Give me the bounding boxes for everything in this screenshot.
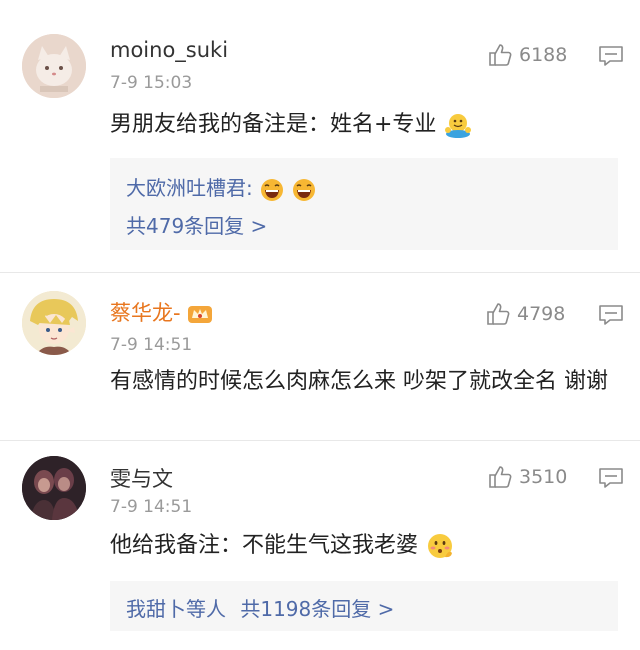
- reply-preview[interactable]: 我甜卜等人 共1198条回复 >: [126, 593, 394, 622]
- laughing-emoji-icon: [261, 178, 284, 201]
- reply-preview-box[interactable]: 我甜卜等人 共1198条回复 >: [110, 581, 618, 631]
- thumbs-up-icon: [489, 466, 512, 488]
- timestamp: 7-9 14:51: [110, 335, 193, 355]
- reply-preview-box[interactable]: 大欧洲吐槽君: 共479条回复 >: [110, 158, 618, 250]
- user-avatar[interactable]: [22, 456, 86, 520]
- reply-preview-user[interactable]: 大欧洲吐槽君:: [126, 176, 253, 200]
- dark-photo-avatar-icon: [22, 456, 86, 520]
- user-avatar[interactable]: [22, 291, 86, 355]
- reply-button[interactable]: [598, 44, 624, 72]
- comment-text: 他给我备注：不能生气这我老婆: [110, 527, 620, 565]
- reply-button[interactable]: [598, 303, 624, 331]
- reply-preview[interactable]: 大欧洲吐槽君:: [126, 172, 317, 203]
- reply-count-link[interactable]: 共479条回复 >: [126, 210, 267, 239]
- user-avatar[interactable]: [22, 34, 86, 98]
- like-button[interactable]: 3510: [487, 464, 567, 490]
- timestamp: 7-9 15:03: [110, 73, 193, 93]
- username[interactable]: 雯与文: [110, 463, 173, 493]
- comment-text: 男朋友给我的备注是：姓名+专业: [110, 106, 620, 144]
- like-button[interactable]: 4798: [485, 301, 565, 327]
- timestamp: 7-9 14:51: [110, 497, 193, 517]
- hugging-emoji-icon: [445, 114, 472, 138]
- comment-bubble-icon: [599, 305, 623, 325]
- reply-count-link[interactable]: 共1198条回复 >: [240, 597, 394, 621]
- shy-emoji-icon: [428, 534, 453, 558]
- like-count: 3510: [519, 466, 568, 488]
- like-count: 4798: [517, 303, 566, 325]
- comment-text-content: 他给我备注：不能生气这我老婆: [110, 533, 419, 558]
- thumbs-up-icon: [489, 44, 512, 66]
- cat-avatar-icon: [22, 34, 86, 98]
- comment-text: 有感情的时候怎么肉麻怎么来 吵架了就改全名 谢谢: [110, 369, 608, 394]
- username-text[interactable]: 蔡华龙-: [110, 301, 181, 325]
- reply-preview-user[interactable]: 我甜卜等人: [126, 597, 226, 621]
- thumbs-up-icon: [487, 303, 510, 325]
- comment-bubble-icon: [599, 468, 623, 488]
- reply-button[interactable]: [598, 466, 624, 494]
- comment-2: 蔡华龙- 7-9 14:51 4798 有感情的时候怎么肉麻怎么来 吵架了就改全…: [0, 273, 640, 438]
- comment-text-content: 男朋友给我的备注是：姓名+专业: [110, 112, 437, 137]
- laughing-emoji-icon: [293, 178, 316, 201]
- anime-boy-avatar-icon: [22, 291, 86, 355]
- like-button[interactable]: 6188: [487, 42, 567, 68]
- like-count: 6188: [519, 44, 568, 66]
- username[interactable]: 蔡华龙-: [110, 297, 213, 327]
- comment-bubble-icon: [599, 46, 623, 66]
- comment-3: 雯与文 7-9 14:51 3510 他给我备注：不能生气这我老婆 我甜卜等人 …: [0, 441, 640, 650]
- comment-1: moino_suki 7-9 15:03 6188 男朋友给我的备注是：姓名+专…: [0, 0, 640, 270]
- vip-crown-badge-icon: [188, 306, 213, 323]
- username[interactable]: moino_suki: [110, 38, 228, 62]
